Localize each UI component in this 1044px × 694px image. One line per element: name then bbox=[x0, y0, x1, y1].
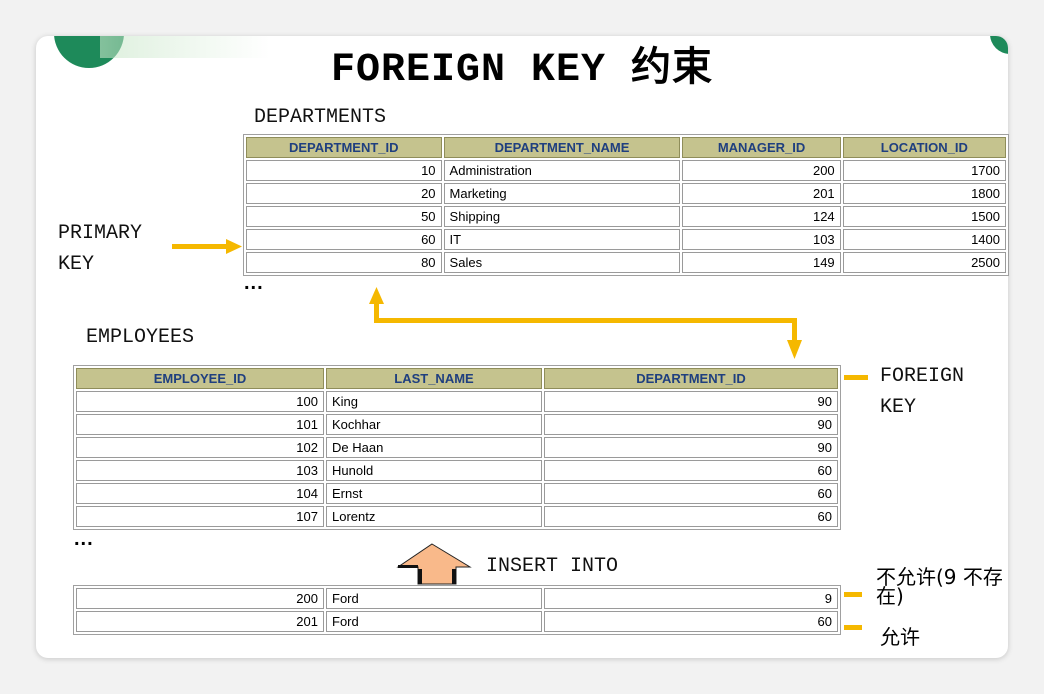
department-id-cell: 90 bbox=[544, 437, 838, 458]
department-id-cell: 9 bbox=[544, 588, 838, 609]
foreign-key-label-line2: KEY bbox=[880, 396, 917, 419]
foreign-key-label-line1: FOREIGN bbox=[880, 365, 965, 388]
not-allowed-marker bbox=[844, 592, 862, 597]
employee-id-cell: 100 bbox=[76, 391, 324, 412]
last-name-cell: Kochhar bbox=[326, 414, 542, 435]
insert-into-label: INSERT INTO bbox=[486, 555, 619, 578]
connector-up-arrowhead bbox=[369, 287, 384, 304]
foreign-key-marker bbox=[844, 375, 868, 380]
department-id-cell: 60 bbox=[544, 460, 838, 481]
insert-rows-table: 200 Ford 9 201 Ford 60 bbox=[73, 585, 841, 635]
table-row: 100 King 90 bbox=[76, 391, 838, 412]
last-name-cell: King bbox=[326, 391, 542, 412]
table-row: 103 Hunold 60 bbox=[76, 460, 838, 481]
allowed-marker bbox=[844, 625, 862, 630]
connector-down-arrowhead bbox=[787, 340, 802, 359]
table-row: 200 Ford 9 bbox=[76, 588, 838, 609]
last-name-cell: Lorentz bbox=[326, 506, 542, 527]
connector-horizontal bbox=[374, 318, 797, 323]
employee-id-cell: 200 bbox=[76, 588, 324, 609]
table-row: 102 De Haan 90 bbox=[76, 437, 838, 458]
primary-key-arrowhead bbox=[226, 239, 242, 254]
table-row: 107 Lorentz 60 bbox=[76, 506, 838, 527]
department-id-cell: 60 bbox=[544, 483, 838, 504]
department-id-cell: 90 bbox=[544, 391, 838, 412]
table-header-row: EMPLOYEE_ID LAST_NAME DEPARTMENT_ID bbox=[76, 368, 838, 389]
table-row: 104 Ernst 60 bbox=[76, 483, 838, 504]
column-header: LAST_NAME bbox=[326, 368, 542, 389]
employee-id-cell: 101 bbox=[76, 414, 324, 435]
employee-id-cell: 103 bbox=[76, 460, 324, 481]
employee-id-cell: 107 bbox=[76, 506, 324, 527]
insert-arrow-shadow-right bbox=[452, 569, 456, 584]
column-header: EMPLOYEE_ID bbox=[76, 368, 324, 389]
insert-arrow-shadow-left bbox=[418, 569, 422, 584]
last-name-cell: Ford bbox=[326, 611, 542, 632]
last-name-cell: Ford bbox=[326, 588, 542, 609]
department-id-cell: 60 bbox=[544, 611, 838, 632]
employee-id-cell: 104 bbox=[76, 483, 324, 504]
table-row: 201 Ford 60 bbox=[76, 611, 838, 632]
insert-arrow bbox=[396, 543, 472, 585]
allowed-note: 允许 bbox=[880, 625, 920, 649]
employee-id-cell: 201 bbox=[76, 611, 324, 632]
last-name-cell: Ernst bbox=[326, 483, 542, 504]
primary-key-arrow-shaft bbox=[172, 244, 230, 249]
department-id-cell: 60 bbox=[544, 506, 838, 527]
last-name-cell: Hunold bbox=[326, 460, 542, 481]
not-allowed-note: 不允许(9 不存在) bbox=[876, 565, 1003, 608]
table-row: 101 Kochhar 90 bbox=[76, 414, 838, 435]
insert-arrow-shadow-wing bbox=[398, 565, 418, 568]
employees-label: EMPLOYEES bbox=[86, 326, 195, 349]
last-name-cell: De Haan bbox=[326, 437, 542, 458]
employees-more: ... bbox=[74, 528, 94, 550]
column-header: DEPARTMENT_ID bbox=[544, 368, 838, 389]
employees-table: EMPLOYEE_ID LAST_NAME DEPARTMENT_ID 100 … bbox=[73, 365, 841, 530]
department-id-cell: 90 bbox=[544, 414, 838, 435]
employee-id-cell: 102 bbox=[76, 437, 324, 458]
